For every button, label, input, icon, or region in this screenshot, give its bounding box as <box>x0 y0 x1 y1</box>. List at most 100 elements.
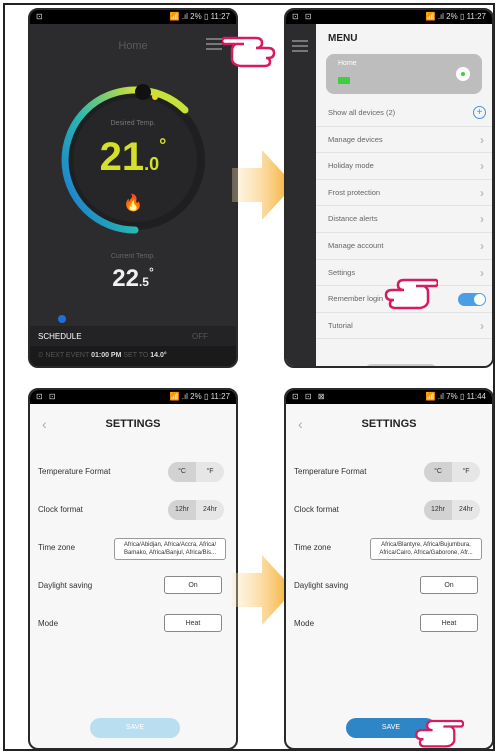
celsius-option[interactable]: °C <box>168 462 196 482</box>
save-button[interactable]: SAVE <box>90 718 180 738</box>
12hr-option[interactable]: 12hr <box>424 500 452 520</box>
status-icons-right: 📶 .ıl 7% ▯ 11:44 <box>425 392 486 401</box>
status-bar: ⊡ ⊡ ⊠ 📶 .ıl 7% ▯ 11:44 <box>286 390 492 404</box>
clock-format-toggle[interactable]: 12hr 24hr <box>424 500 480 520</box>
desired-temp-value: 21.0° <box>99 135 167 179</box>
temperature-format-row: Temperature Format °C °F <box>30 462 236 484</box>
status-bar: ⊡ 📶 .ıl 2% ▯ 11:27 <box>30 10 236 24</box>
status-icons-right: 📶 .ıl 2% ▯ 11:27 <box>169 12 230 21</box>
page-title: SETTINGS <box>105 418 161 430</box>
clock-format-label: Clock format <box>294 505 339 514</box>
clock-icon: ⏲ <box>38 352 44 359</box>
chevron-right-icon: › <box>480 185 484 200</box>
clock-format-row: Clock format 12hr 24hr <box>286 500 492 522</box>
menu-item-holiday-mode[interactable]: Holiday mode › <box>316 153 492 180</box>
chevron-right-icon: › <box>480 159 484 174</box>
daylight-saving-row: Daylight saving On <box>286 576 492 598</box>
background-home-edge <box>286 24 316 366</box>
chevron-right-icon: › <box>480 212 484 227</box>
hamburger-menu-icon[interactable] <box>206 38 222 53</box>
daylight-saving-select[interactable]: On <box>420 576 478 594</box>
status-icons-left: ⊡ ⊡ <box>292 12 314 21</box>
phone-home-screen: ⊡ 📶 .ıl 2% ▯ 11:27 Home Desired Temp. 21… <box>28 8 238 368</box>
status-bar: ⊡ ⊡ 📶 .ıl 2% ▯ 11:27 <box>30 390 236 404</box>
plus-icon[interactable]: + <box>473 106 486 119</box>
chevron-right-icon: › <box>480 318 484 333</box>
menu-bottom-handle <box>366 364 436 366</box>
fahrenheit-option[interactable]: °F <box>196 462 224 482</box>
menu-title: MENU <box>328 33 358 44</box>
time-zone-row: Time zone Africa/Abidjan, Africa/Accra, … <box>30 538 236 560</box>
page-title: SETTINGS <box>361 418 417 430</box>
battery-icon <box>338 77 350 84</box>
phone-settings-screen: ⊡ ⊡ 📶 .ıl 2% ▯ 11:27 ‹ SETTINGS Temperat… <box>28 388 238 750</box>
clock-format-toggle[interactable]: 12hr 24hr <box>168 500 224 520</box>
menu-item-distance-alerts[interactable]: Distance alerts › <box>316 206 492 233</box>
schedule-bar[interactable]: SCHEDULE OFF <box>30 326 236 348</box>
mode-label: Mode <box>294 619 315 628</box>
menu-item-tutorial[interactable]: Tutorial › <box>316 313 492 340</box>
24hr-option[interactable]: 24hr <box>196 500 224 520</box>
pointing-hand-icon <box>222 36 276 68</box>
mode-row: Mode Heat <box>286 614 492 636</box>
pointing-hand-icon <box>384 278 438 310</box>
schedule-off-label: OFF <box>192 332 208 341</box>
temperature-format-toggle[interactable]: °C °F <box>168 462 224 482</box>
chevron-right-icon: › <box>480 238 484 253</box>
status-icons-right: 📶 .ıl 2% ▯ 11:27 <box>169 392 230 401</box>
chevron-right-icon: › <box>480 265 484 280</box>
chevron-right-icon: › <box>480 132 484 147</box>
settings-header: ‹ SETTINGS <box>286 404 492 444</box>
fahrenheit-option[interactable]: °F <box>452 462 480 482</box>
time-zone-row: Time zone Africa/Blantyre, Africa/Bujumb… <box>286 538 492 560</box>
temperature-format-label: Temperature Format <box>38 467 111 476</box>
time-zone-label: Time zone <box>294 543 332 552</box>
home-device-card[interactable]: Home <box>326 54 482 94</box>
home-card-label: Home <box>338 60 357 67</box>
time-zone-select[interactable]: Africa/Abidjan, Africa/Accra, Africa/ Ba… <box>114 538 226 560</box>
temperature-format-row: Temperature Format °C °F <box>286 462 492 484</box>
menu-item-frost-protection[interactable]: Frost protection › <box>316 180 492 207</box>
status-icons-left: ⊡ ⊡ ⊠ <box>292 392 327 401</box>
12hr-option[interactable]: 12hr <box>168 500 196 520</box>
clock-format-row: Clock format 12hr 24hr <box>30 500 236 522</box>
clock-format-label: Clock format <box>38 505 83 514</box>
daylight-saving-label: Daylight saving <box>38 581 93 590</box>
celsius-option[interactable]: °C <box>424 462 452 482</box>
daylight-saving-row: Daylight saving On <box>30 576 236 598</box>
current-temp-label: Current Temp. <box>110 253 156 260</box>
menu-item-manage-account[interactable]: Manage account › <box>316 233 492 260</box>
mode-select[interactable]: Heat <box>164 614 222 632</box>
side-menu: MENU Home Show all devices (2) + Manage d… <box>316 24 492 366</box>
menu-item-manage-devices[interactable]: Manage devices › <box>316 127 492 154</box>
status-icons-left: ⊡ ⊡ <box>36 392 58 401</box>
settings-header: ‹ SETTINGS <box>30 404 236 444</box>
schedule-indicator-dot <box>58 315 66 323</box>
dial-marker-dot <box>152 94 158 100</box>
pointing-hand-icon <box>415 719 464 748</box>
status-icons-left: ⊡ <box>36 12 45 21</box>
dial-handle <box>135 84 151 100</box>
time-zone-select[interactable]: Africa/Blantyre, Africa/Bujumbura, Afric… <box>370 538 482 560</box>
temperature-format-label: Temperature Format <box>294 467 367 476</box>
remember-login-toggle[interactable] <box>458 293 486 307</box>
daylight-saving-label: Daylight saving <box>294 581 349 590</box>
mode-label: Mode <box>38 619 59 628</box>
status-dot-icon <box>456 67 470 81</box>
24hr-option[interactable]: 24hr <box>452 500 480 520</box>
flame-icon: 🔥 <box>123 195 143 212</box>
mode-select[interactable]: Heat <box>420 614 478 632</box>
status-icons-right: 📶 .ıl 2% ▯ 11:27 <box>425 12 486 21</box>
schedule-label: SCHEDULE <box>38 332 82 341</box>
desired-temp-label: Desired Temp. <box>110 120 156 127</box>
mode-row: Mode Heat <box>30 614 236 636</box>
current-temp-value: 22.5° <box>112 265 154 292</box>
next-event-bar: ⏲ NEXT EVENT 01:00 PM SET TO 14.0° <box>30 346 236 366</box>
time-zone-label: Time zone <box>38 543 76 552</box>
daylight-saving-select[interactable]: On <box>164 576 222 594</box>
temperature-format-toggle[interactable]: °C °F <box>424 462 480 482</box>
hamburger-menu-icon[interactable] <box>292 40 308 55</box>
status-bar: ⊡ ⊡ 📶 .ıl 2% ▯ 11:27 <box>286 10 492 24</box>
menu-item-show-all-devices[interactable]: Show all devices (2) + <box>316 100 492 127</box>
phone-menu-screen: ⊡ ⊡ 📶 .ıl 2% ▯ 11:27 MENU Home Show all … <box>284 8 494 368</box>
